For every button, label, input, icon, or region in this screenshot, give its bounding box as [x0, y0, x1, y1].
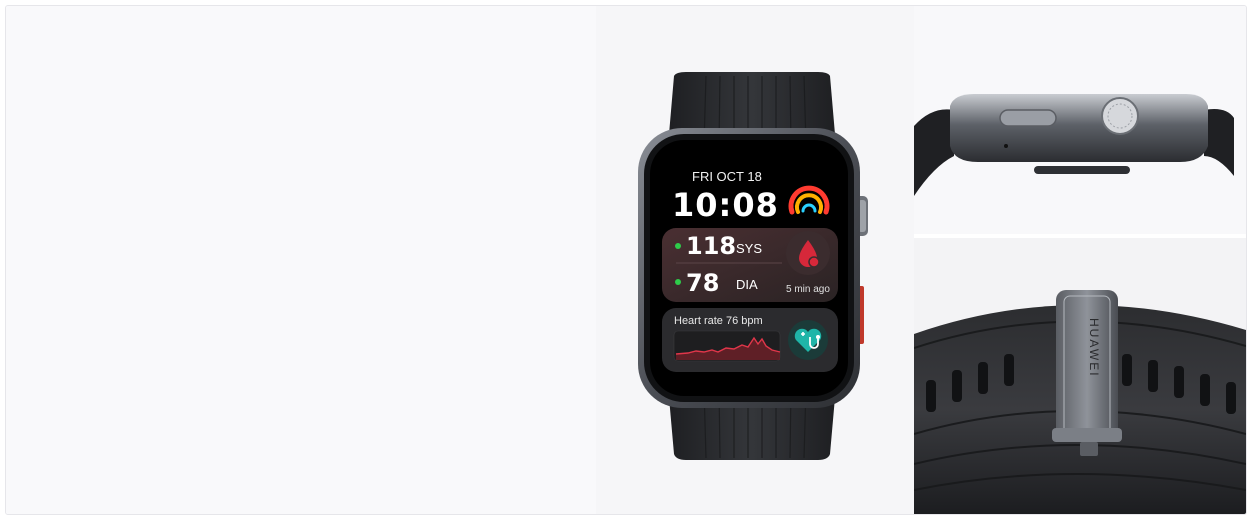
strap-buckle-illustration: HUAWEI — [913, 290, 1246, 514]
measured-ago: 5 min ago — [786, 284, 830, 295]
watch-front-illustration: FRI OCT 18 10:08 118 SYS 78 DIA 5 min ag… — [638, 72, 868, 460]
systolic-unit: SYS — [736, 241, 762, 256]
diastolic-value: 78 — [686, 269, 719, 297]
brand-engraving: HUAWEI — [1087, 318, 1101, 378]
buckle — [1056, 290, 1118, 440]
time-text: 10:08 — [672, 186, 779, 224]
side-case — [950, 94, 1208, 162]
watch-front-image: FRI OCT 18 10:08 118 SYS 78 DIA 5 min ag… — [596, 6, 914, 514]
side-button — [999, 109, 1057, 127]
status-dot — [675, 243, 681, 249]
date-text: FRI OCT 18 — [692, 169, 762, 184]
empty-area — [6, 6, 596, 514]
strap-left — [914, 109, 954, 196]
strap-buckle-image: HUAWEI — [913, 238, 1246, 514]
systolic-value: 118 — [686, 232, 736, 260]
status-dot — [675, 279, 681, 285]
diastolic-unit: DIA — [736, 277, 758, 292]
heart-rate-label: Heart rate 76 bpm — [674, 315, 763, 327]
watch-side-illustration — [914, 94, 1234, 196]
watch-side-image — [914, 6, 1246, 234]
strap-right — [1204, 109, 1234, 176]
rotating-crown — [1101, 97, 1139, 135]
product-gallery: FRI OCT 18 10:08 118 SYS 78 DIA 5 min ag… — [5, 5, 1247, 515]
